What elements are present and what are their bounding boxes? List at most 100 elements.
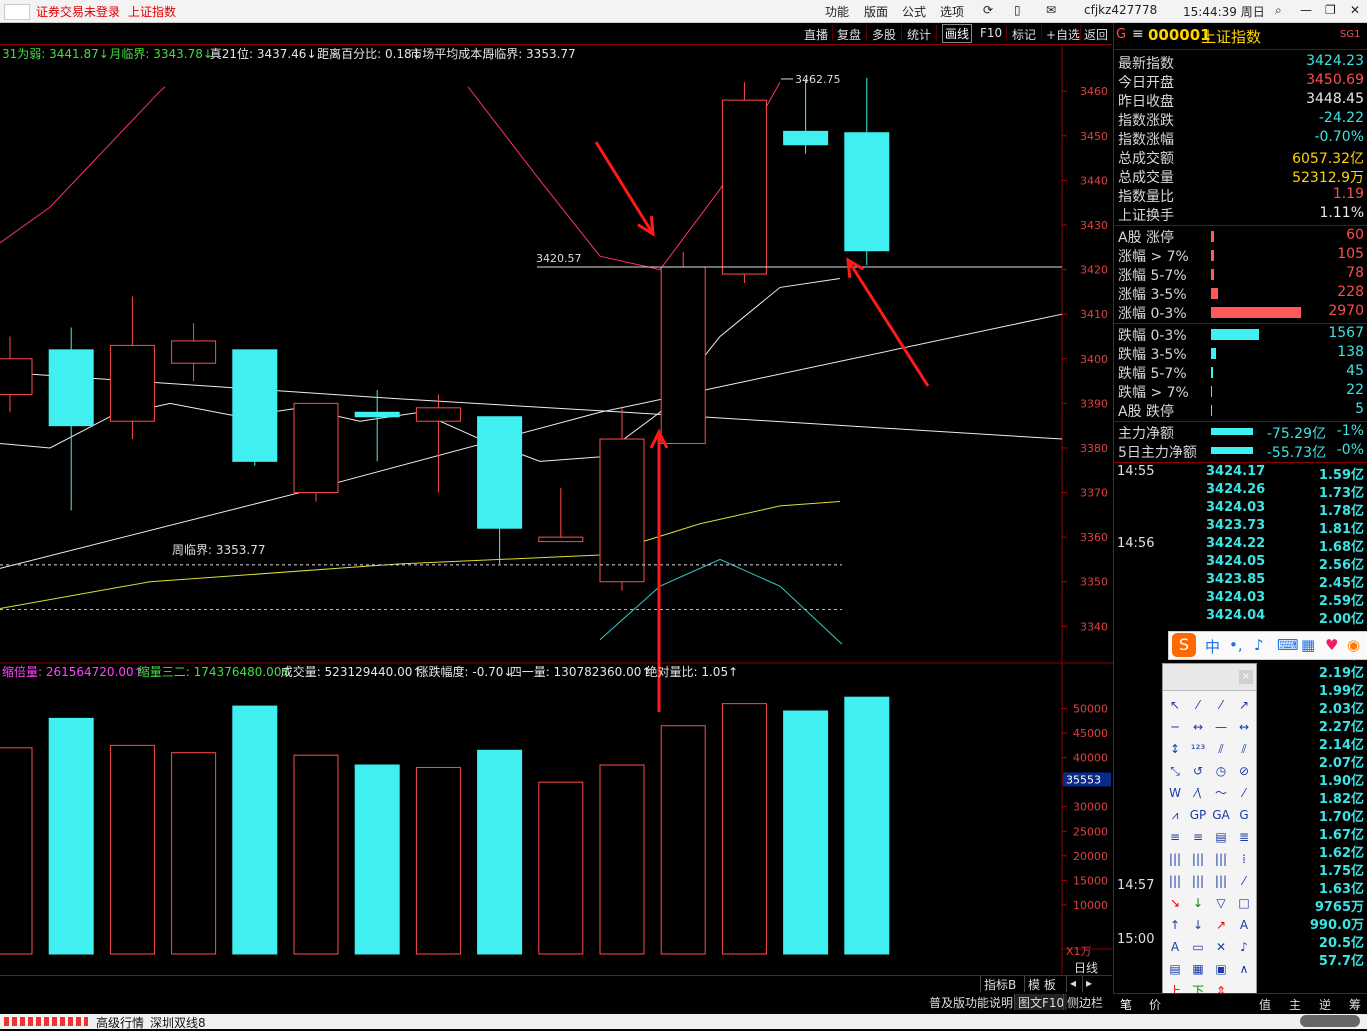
draw-tool-icon[interactable]: ♪ <box>1235 938 1253 956</box>
draw-tool-icon[interactable]: ▽ <box>1212 894 1230 912</box>
draw-tool-icon[interactable]: ↑ <box>1166 916 1184 934</box>
toolbar-mark[interactable]: 标记 <box>1012 26 1036 43</box>
draw-tool-icon[interactable]: ▣ <box>1212 960 1230 978</box>
status-server[interactable]: 深圳双线8 <box>150 1014 206 1031</box>
draw-tool-icon[interactable]: ⊘ <box>1235 762 1253 780</box>
draw-tool-icon[interactable]: ||| <box>1189 872 1207 890</box>
refresh-icon[interactable]: ⟳ <box>983 3 993 17</box>
draw-tool-icon[interactable]: ||| <box>1212 850 1230 868</box>
menu-options[interactable]: 选项 <box>940 3 964 20</box>
tab-right-arrow[interactable]: ▸ <box>1082 976 1095 992</box>
toolbar-replay[interactable]: 复盘 <box>837 26 861 43</box>
draw-tool-icon[interactable]: ↓ <box>1189 916 1207 934</box>
tab-indicator[interactable]: 指标B <box>980 976 1019 992</box>
draw-tool-icon[interactable]: ∧ <box>1235 960 1253 978</box>
draw-tool-icon[interactable]: ||| <box>1166 872 1184 890</box>
toolbar-live[interactable]: 直播 <box>804 26 828 43</box>
minimize-icon[interactable]: — <box>1300 3 1312 17</box>
punctuation-icon[interactable]: •, <box>1229 636 1243 654</box>
draw-tool-icon[interactable]: ↔ <box>1189 718 1207 736</box>
tab-price[interactable]: 价 <box>1149 996 1161 1013</box>
draw-tool-icon[interactable]: ▤ <box>1212 828 1230 846</box>
close-panel-icon[interactable]: × <box>1239 670 1253 684</box>
user-account[interactable]: cfjkz427778 <box>1084 3 1157 17</box>
tab-left-arrow[interactable]: ◂ <box>1066 976 1079 992</box>
draw-tool-icon[interactable]: ↖ <box>1166 696 1184 714</box>
draw-tool-icon[interactable]: ≡ <box>1189 828 1207 846</box>
draw-tool-icon[interactable]: ◷ <box>1212 762 1230 780</box>
menu-layout[interactable]: 版面 <box>864 3 888 20</box>
draw-tool-icon[interactable]: ▦ <box>1189 960 1207 978</box>
draw-tool-icon[interactable]: GP <box>1189 806 1207 824</box>
tray-icons[interactable] <box>1300 1015 1360 1027</box>
link-help[interactable]: 普及版功能说明 <box>926 994 1016 1010</box>
draw-tool-icon[interactable]: ≡ <box>1166 828 1184 846</box>
draw-tool-icon[interactable]: ⁞ <box>1235 850 1253 868</box>
chinese-mode-icon[interactable]: 中 <box>1205 636 1220 657</box>
menu-formula[interactable]: 公式 <box>902 3 926 20</box>
draw-tool-icon[interactable]: ⤡ <box>1166 762 1184 780</box>
tab-trades[interactable]: 笔 <box>1120 996 1132 1013</box>
draw-tool-icon[interactable]: ||| <box>1166 850 1184 868</box>
login-status[interactable]: 证券交易未登录 <box>36 3 120 20</box>
tab-main[interactable]: 主 <box>1289 996 1301 1013</box>
draw-tool-icon[interactable]: W <box>1166 784 1184 802</box>
link-f10[interactable]: 图文F10 <box>1014 994 1068 1010</box>
skin-icon[interactable]: ♥ <box>1325 636 1338 654</box>
draw-tool-icon[interactable]: ↓ <box>1189 894 1207 912</box>
draw-tool-icon[interactable]: G <box>1235 806 1253 824</box>
draw-tool-icon[interactable]: ↗ <box>1235 696 1253 714</box>
draw-tool-icon[interactable]: ⁄ <box>1235 784 1253 802</box>
menu-function[interactable]: 功能 <box>825 3 849 20</box>
draw-tool-icon[interactable]: ─ <box>1166 718 1184 736</box>
toolbar-f10[interactable]: F10 <box>980 26 1002 40</box>
draw-tool-icon[interactable]: ▤ <box>1166 960 1184 978</box>
draw-tool-icon[interactable]: ⫽ <box>1235 740 1253 758</box>
draw-tool-icon[interactable]: ✕ <box>1212 938 1230 956</box>
draw-tool-icon[interactable]: ↺ <box>1189 762 1207 780</box>
toolbar-multi[interactable]: 多股 <box>872 26 896 43</box>
status-advanced[interactable]: 高级行情 <box>96 1014 144 1031</box>
toolbar-stats[interactable]: 统计 <box>907 26 931 43</box>
tab-chips[interactable]: 筹 <box>1349 996 1361 1013</box>
draw-tool-icon[interactable]: ⁄ <box>1212 696 1230 714</box>
toolbar-add-watch[interactable]: +自选 <box>1046 26 1080 43</box>
apps-grid-icon[interactable]: ▦ <box>1301 636 1315 654</box>
tab-template[interactable]: 模 板 <box>1024 976 1059 992</box>
draw-tool-icon[interactable]: GA <box>1212 806 1230 824</box>
restore-icon[interactable]: ❐ <box>1325 3 1336 17</box>
search-icon[interactable]: ⌕ <box>1275 3 1282 18</box>
draw-tool-icon[interactable]: ⫽ <box>1212 740 1230 758</box>
draw-tool-icon[interactable]: ▭ <box>1189 938 1207 956</box>
draw-tool-icon[interactable]: — <box>1212 718 1230 736</box>
draw-tool-icon[interactable]: ⁄\ <box>1189 784 1207 802</box>
toolbar-back[interactable]: 返回 <box>1084 26 1108 43</box>
document-icon[interactable]: ▯ <box>1014 3 1021 17</box>
mail-icon[interactable]: ✉ <box>1046 3 1056 17</box>
microphone-icon[interactable]: ♪ <box>1254 636 1264 654</box>
draw-tool-icon[interactable]: ⁄ <box>1189 696 1207 714</box>
draw-tool-icon[interactable]: A <box>1235 916 1253 934</box>
menu-icon[interactable]: ≡ <box>1132 26 1144 42</box>
keyboard-icon[interactable]: ⌨ <box>1277 636 1299 654</box>
mascot-icon[interactable]: ◉ <box>1347 636 1360 654</box>
draw-tool-icon[interactable]: A <box>1166 938 1184 956</box>
draw-tool-icon[interactable]: ⩘ <box>1166 806 1184 824</box>
draw-tool-icon[interactable]: ¹²³ <box>1189 740 1207 758</box>
sogou-logo-icon[interactable]: S <box>1172 633 1196 657</box>
draw-tool-icon[interactable]: ⁄ <box>1235 872 1253 890</box>
close-icon[interactable]: ✕ <box>1350 3 1360 17</box>
draw-tool-icon[interactable]: ↘ <box>1166 894 1184 912</box>
link-sidebar[interactable]: 侧边栏 <box>1063 994 1106 1010</box>
draw-tool-icon[interactable]: ↗ <box>1212 916 1230 934</box>
ime-toolbar[interactable]: S 中 •, ♪ ⌨ ▦ ♥ ◉ <box>1168 631 1367 660</box>
chart-area[interactable]: 3340 3350 3360 3370 3380 3390 3400 3410 3420 3430… <box>0 44 1113 976</box>
draw-tool-icon[interactable]: ≣ <box>1235 828 1253 846</box>
draw-tool-icon[interactable]: ||| <box>1212 872 1230 890</box>
draw-tool-icon[interactable]: □ <box>1235 894 1253 912</box>
tab-value[interactable]: 值 <box>1259 996 1271 1013</box>
toolbar-draw[interactable]: 画线 <box>942 24 973 43</box>
draw-tool-icon[interactable]: ↔ <box>1235 718 1253 736</box>
draw-tool-icon[interactable]: ↕ <box>1166 740 1184 758</box>
draw-tool-icon[interactable]: 〜 <box>1212 784 1230 802</box>
